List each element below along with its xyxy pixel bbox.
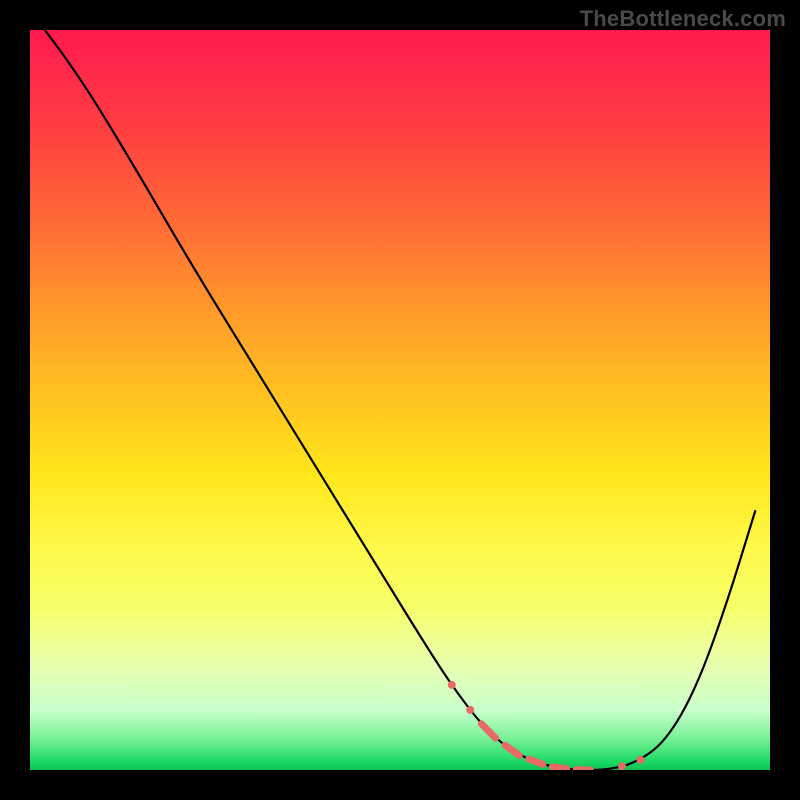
chart-frame: TheBottleneck.com [0, 0, 800, 800]
bottleneck-curve [45, 30, 755, 770]
curve-svg [30, 30, 770, 770]
plot-area [30, 30, 770, 770]
watermark-text: TheBottleneck.com [580, 6, 786, 32]
highlight-markers [448, 681, 645, 770]
